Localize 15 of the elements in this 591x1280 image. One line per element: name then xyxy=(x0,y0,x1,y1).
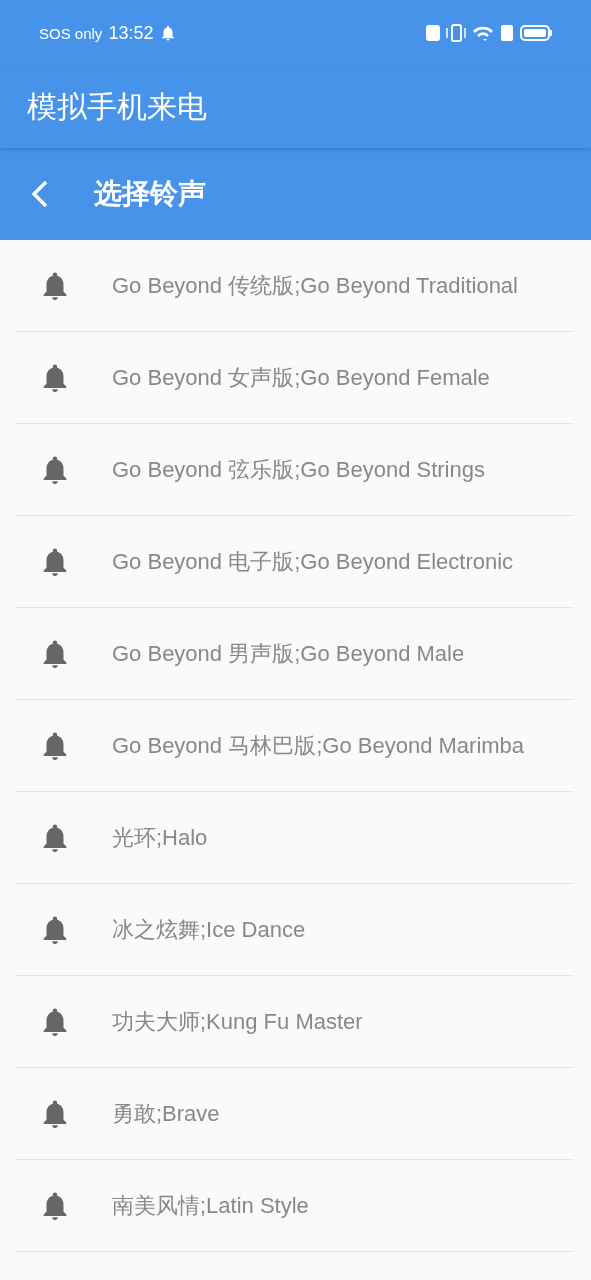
ringtone-item[interactable]: Go Beyond 女声版;Go Beyond Female xyxy=(112,362,490,393)
ringtone-item[interactable]: Go Beyond 传统版;Go Beyond Traditional xyxy=(112,270,518,301)
ringtone-item[interactable]: Go Beyond 电子版;Go Beyond Electronic xyxy=(112,546,514,577)
ringtone-item[interactable]: Go Beyond 男声版;Go Beyond Male xyxy=(112,638,465,669)
ringtone-item[interactable]: 冰之炫舞;Ice Dance xyxy=(112,914,306,945)
ringtone-item[interactable]: Go Beyond 弦乐版;Go Beyond Strings xyxy=(112,454,485,485)
ringtone-item[interactable]: 南美风情;Latin Style xyxy=(112,1190,309,1221)
clock: 13:52 xyxy=(108,22,154,44)
ringtone-item[interactable]: 功夫大师;Kung Fu Master xyxy=(112,1006,363,1037)
ringtone-item[interactable]: 光环;Halo xyxy=(112,822,208,853)
carrier-text: SOS only xyxy=(39,24,103,42)
ringtone-item[interactable]: Go Beyond 马林巴版;Go Beyond Marimba xyxy=(112,730,525,761)
page-title: 选择铃声 xyxy=(94,177,206,211)
ringtone-item[interactable]: 勇敢;Brave xyxy=(112,1098,220,1129)
app-title: 模拟手机来电 xyxy=(27,88,207,125)
